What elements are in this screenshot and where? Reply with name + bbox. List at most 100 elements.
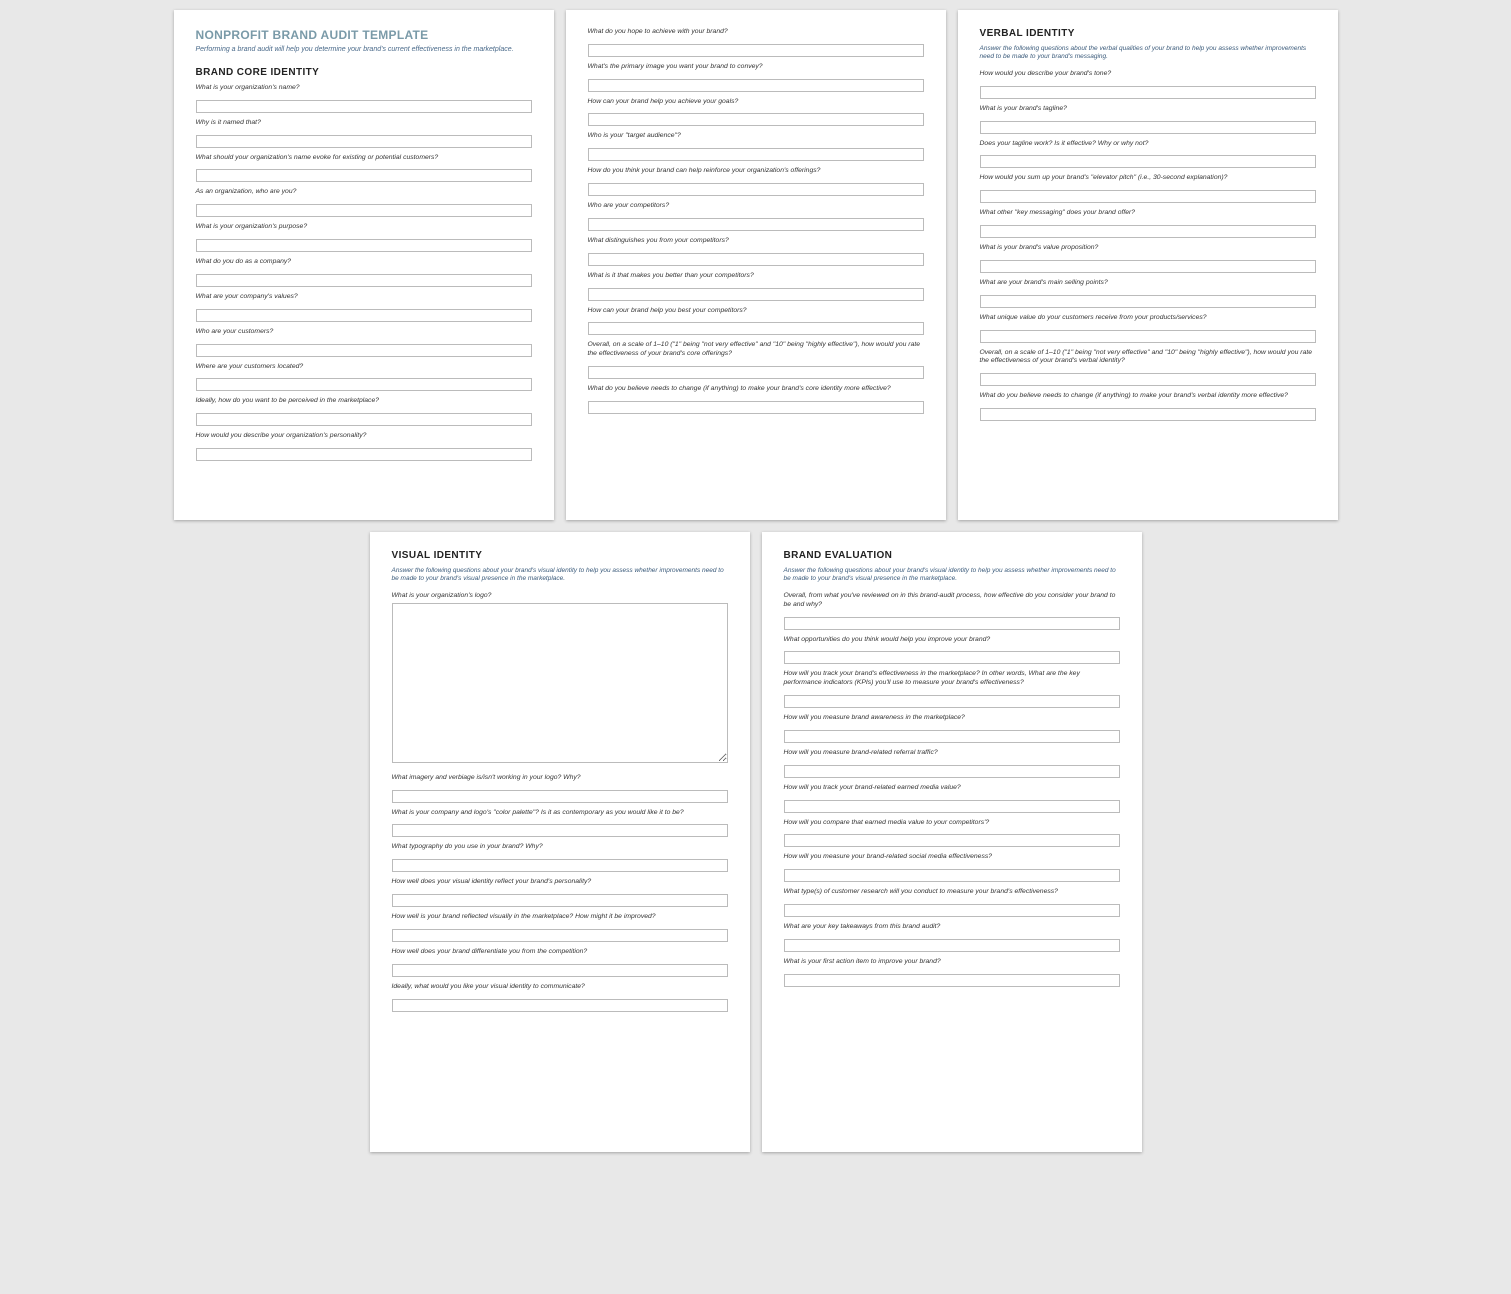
q-input[interactable] (980, 373, 1316, 386)
q-input[interactable] (196, 204, 532, 217)
q-input-logo[interactable] (392, 603, 728, 763)
q-label: Overall, on a scale of 1–10 ("1" being "… (588, 341, 924, 359)
q-label: How will you track your brand's effectiv… (784, 670, 1120, 688)
q-label: Does your tagline work? Is it effective?… (980, 140, 1316, 149)
q-label: What is your organization's name? (196, 84, 532, 93)
q-label: What should your organization's name evo… (196, 154, 532, 163)
section-title-core: BRAND CORE IDENTITY (196, 67, 532, 78)
q-input[interactable] (588, 322, 924, 335)
q-input[interactable] (980, 225, 1316, 238)
q-input[interactable] (980, 121, 1316, 134)
q-input[interactable] (196, 413, 532, 426)
q-input[interactable] (588, 288, 924, 301)
q-label: What is your brand's tagline? (980, 105, 1316, 114)
q-label: Ideally, how do you want to be perceived… (196, 397, 532, 406)
q-label: How well is your brand reflected visuall… (392, 913, 728, 922)
document-subtitle: Performing a brand audit will help you d… (196, 46, 532, 53)
q-label: How will you track your brand-related ea… (784, 784, 1120, 793)
q-label: What is your first action item to improv… (784, 958, 1120, 967)
q-input[interactable] (392, 790, 728, 803)
q-label: How do you think your brand can help rei… (588, 167, 924, 176)
q-label: How will you compare that earned media v… (784, 819, 1120, 828)
q-input[interactable] (392, 824, 728, 837)
q-input[interactable] (784, 834, 1120, 847)
q-input[interactable] (980, 190, 1316, 203)
q-input[interactable] (392, 859, 728, 872)
q-label: How can your brand help you achieve your… (588, 98, 924, 107)
q-label: What is your brand's value proposition? (980, 244, 1316, 253)
page-row-2: VISUAL IDENTITY Answer the following que… (10, 532, 1501, 1152)
q-label: What do you hope to achieve with your br… (588, 28, 924, 37)
q-input[interactable] (196, 378, 532, 391)
q-input[interactable] (588, 218, 924, 231)
q-input[interactable] (784, 765, 1120, 778)
q-label: What is your organization's purpose? (196, 223, 532, 232)
q-input[interactable] (588, 113, 924, 126)
q-input[interactable] (980, 295, 1316, 308)
q-input[interactable] (196, 135, 532, 148)
q-input[interactable] (980, 155, 1316, 168)
q-input[interactable] (980, 408, 1316, 421)
page-5: BRAND EVALUATION Answer the following qu… (762, 532, 1142, 1152)
q-label: What do you believe needs to change (if … (588, 385, 924, 394)
q-input[interactable] (588, 366, 924, 379)
q-input[interactable] (588, 148, 924, 161)
q-label: What's the primary image you want your b… (588, 63, 924, 72)
q-label: How well does your brand differentiate y… (392, 948, 728, 957)
q-label: Who is your "target audience"? (588, 132, 924, 141)
q-input[interactable] (392, 894, 728, 907)
q-label: Overall, on a scale of 1–10 ("1" being "… (980, 349, 1316, 367)
q-label: What is it that makes you better than yo… (588, 272, 924, 281)
q-input[interactable] (392, 929, 728, 942)
q-input[interactable] (588, 183, 924, 196)
q-input[interactable] (196, 100, 532, 113)
q-input[interactable] (784, 904, 1120, 917)
q-label: Where are your customers located? (196, 363, 532, 372)
q-label: How will you measure your brand-related … (784, 853, 1120, 862)
q-input[interactable] (196, 309, 532, 322)
section-sub-visual: Answer the following questions about you… (392, 567, 728, 584)
q-label: What do you believe needs to change (if … (980, 392, 1316, 401)
q-label: What imagery and verbiage is/isn't worki… (392, 774, 728, 783)
q-input[interactable] (784, 869, 1120, 882)
q-input[interactable] (784, 939, 1120, 952)
q-label: What unique value do your customers rece… (980, 314, 1316, 323)
q-input[interactable] (196, 169, 532, 182)
q-label: What typography do you use in your brand… (392, 843, 728, 852)
page-1: NONPROFIT BRAND AUDIT TEMPLATE Performin… (174, 10, 554, 520)
q-label: What is your organization's logo? (392, 592, 728, 601)
q-input[interactable] (784, 617, 1120, 630)
q-input[interactable] (196, 344, 532, 357)
q-input[interactable] (980, 260, 1316, 273)
q-input[interactable] (784, 651, 1120, 664)
q-label: What distinguishes you from your competi… (588, 237, 924, 246)
q-label: How well does your visual identity refle… (392, 878, 728, 887)
q-label: What are your brand's main selling point… (980, 279, 1316, 288)
q-input[interactable] (196, 448, 532, 461)
q-input[interactable] (588, 253, 924, 266)
q-label: How will you measure brand awareness in … (784, 714, 1120, 723)
q-input[interactable] (784, 730, 1120, 743)
q-input[interactable] (784, 800, 1120, 813)
page-row-1: NONPROFIT BRAND AUDIT TEMPLATE Performin… (10, 10, 1501, 520)
q-label: As an organization, who are you? (196, 188, 532, 197)
q-input[interactable] (196, 274, 532, 287)
q-label: What opportunities do you think would he… (784, 636, 1120, 645)
q-label: Who are your customers? (196, 328, 532, 337)
q-input[interactable] (588, 44, 924, 57)
section-title-verbal: VERBAL IDENTITY (980, 28, 1316, 39)
q-label: How would you describe your organization… (196, 432, 532, 441)
q-input[interactable] (784, 695, 1120, 708)
q-label: What type(s) of customer research will y… (784, 888, 1120, 897)
q-label: What are your key takeaways from this br… (784, 923, 1120, 932)
document-container: NONPROFIT BRAND AUDIT TEMPLATE Performin… (10, 10, 1501, 1152)
q-input[interactable] (588, 401, 924, 414)
q-input[interactable] (588, 79, 924, 92)
q-input[interactable] (196, 239, 532, 252)
q-input[interactable] (980, 86, 1316, 99)
q-input[interactable] (784, 974, 1120, 987)
q-input[interactable] (392, 999, 728, 1012)
q-input[interactable] (392, 964, 728, 977)
q-input[interactable] (980, 330, 1316, 343)
q-label: What other "key messaging" does your bra… (980, 209, 1316, 218)
